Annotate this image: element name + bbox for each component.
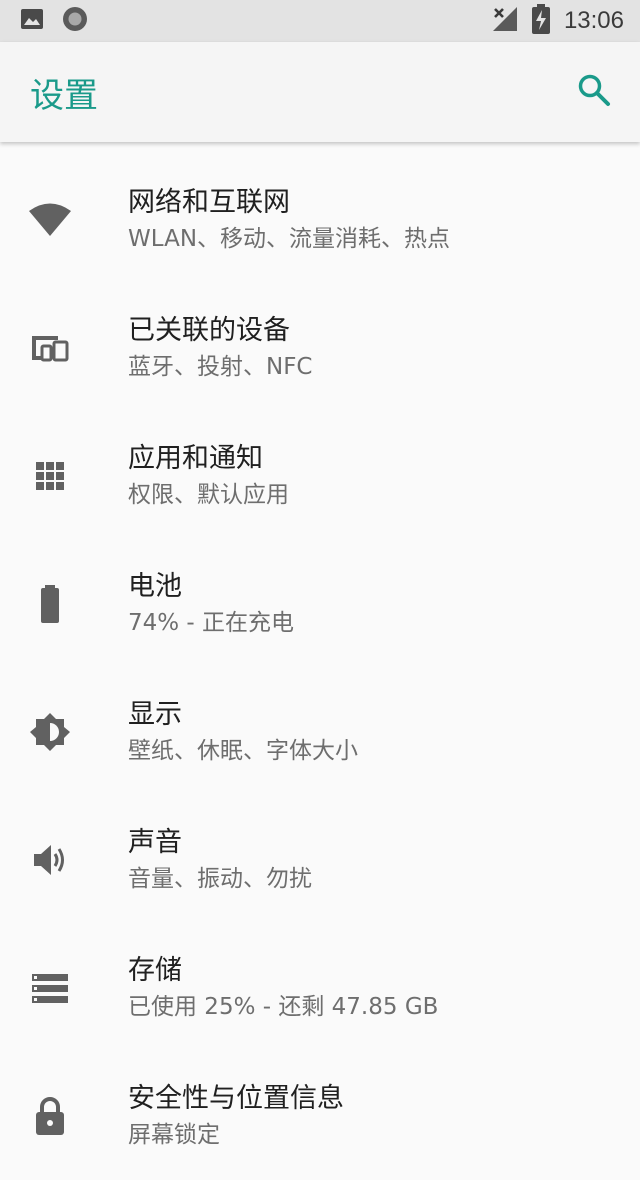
item-title: 已关联的设备 (128, 315, 290, 346)
devices-icon (0, 284, 128, 412)
page-title: 设置 (30, 75, 98, 116)
image-icon (20, 7, 44, 35)
settings-item-security[interactable]: 安全性与位置信息 屏幕锁定 (0, 1052, 640, 1180)
settings-item-connected-devices[interactable]: 已关联的设备 蓝牙、投射、NFC (0, 284, 640, 412)
app-bar: 设置 (0, 42, 640, 142)
battery-charging-icon (531, 4, 550, 38)
settings-list: 网络和互联网 WLAN、移动、流量消耗、热点 已关联的设备 蓝牙、投射、NFC … (0, 156, 640, 1180)
item-subtitle: 74% - 正在充电 (128, 610, 295, 636)
record-icon (62, 6, 88, 36)
settings-item-display[interactable]: 显示 壁纸、休眠、字体大小 (0, 668, 640, 796)
settings-item-storage[interactable]: 存储 已使用 25% - 还剩 47.85 GB (0, 924, 640, 1052)
item-subtitle: 蓝牙、投射、NFC (128, 354, 313, 380)
search-icon (577, 73, 611, 111)
item-title: 显示 (128, 699, 182, 730)
status-right: 13:06 (492, 4, 624, 38)
item-subtitle: 已使用 25% - 还剩 47.85 GB (128, 994, 439, 1020)
settings-item-network[interactable]: 网络和互联网 WLAN、移动、流量消耗、热点 (0, 156, 640, 284)
item-title: 声音 (128, 827, 182, 858)
storage-icon (0, 924, 128, 1052)
item-title: 安全性与位置信息 (128, 1083, 344, 1114)
item-subtitle: WLAN、移动、流量消耗、热点 (128, 226, 451, 252)
wifi-icon (0, 156, 128, 284)
settings-item-sound[interactable]: 声音 音量、振动、勿扰 (0, 796, 640, 924)
item-title: 应用和通知 (128, 443, 263, 474)
status-time: 13:06 (563, 7, 624, 34)
status-left (20, 6, 88, 36)
item-title: 网络和互联网 (128, 187, 290, 218)
signal-off-icon (492, 6, 518, 36)
lock-icon (0, 1052, 128, 1180)
item-title: 电池 (128, 571, 182, 602)
settings-item-battery[interactable]: 电池 74% - 正在充电 (0, 540, 640, 668)
brightness-icon (0, 668, 128, 796)
apps-icon (0, 412, 128, 540)
battery-icon (0, 540, 128, 668)
search-button[interactable] (574, 72, 614, 112)
settings-item-apps[interactable]: 应用和通知 权限、默认应用 (0, 412, 640, 540)
item-subtitle: 壁纸、休眠、字体大小 (128, 738, 358, 764)
volume-icon (0, 796, 128, 924)
item-title: 存储 (128, 955, 182, 986)
item-subtitle: 音量、振动、勿扰 (128, 866, 312, 892)
status-bar: 13:06 (0, 0, 640, 42)
item-subtitle: 权限、默认应用 (128, 482, 289, 508)
item-subtitle: 屏幕锁定 (128, 1122, 220, 1148)
